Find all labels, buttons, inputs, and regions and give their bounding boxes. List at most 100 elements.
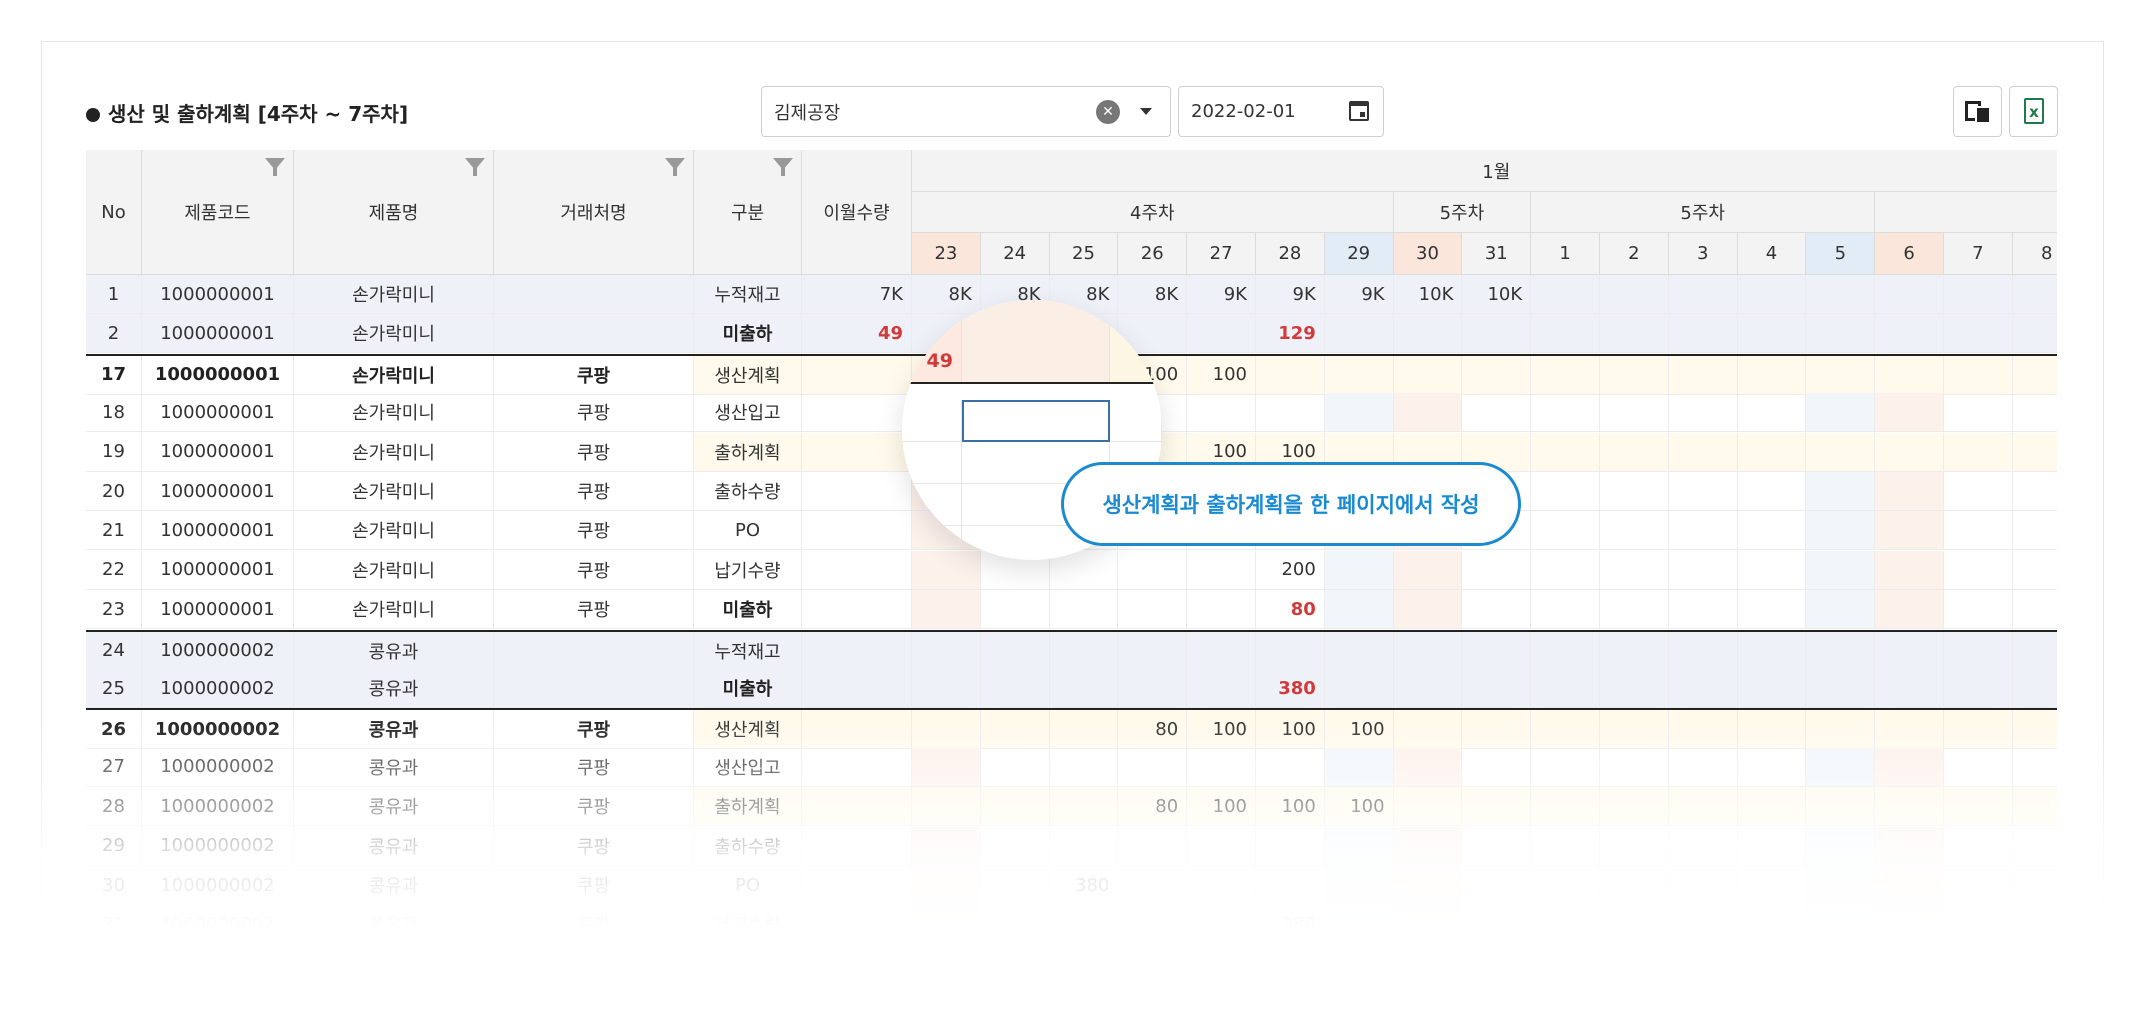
cell-day-value[interactable] bbox=[1737, 669, 1807, 708]
cell-day-value[interactable] bbox=[1944, 550, 2013, 590]
cell-day-value[interactable] bbox=[1324, 631, 1394, 671]
cell-product_code[interactable]: 1000000001 bbox=[142, 393, 294, 433]
cell-day-value[interactable] bbox=[1118, 905, 1188, 940]
cell-product_code[interactable]: 1000000001 bbox=[142, 314, 294, 354]
cell-customer[interactable]: 쿠팡 bbox=[494, 590, 694, 630]
cell-day-value[interactable] bbox=[980, 787, 1050, 827]
cell-day-value[interactable] bbox=[1737, 393, 1807, 433]
cell-day-value[interactable] bbox=[1600, 590, 1669, 630]
cell-day-value[interactable] bbox=[1668, 432, 1738, 472]
cell-day-value[interactable] bbox=[1187, 747, 1256, 787]
cell-day-value[interactable] bbox=[1187, 669, 1256, 708]
cell-day-value[interactable] bbox=[1462, 826, 1532, 866]
cell-day-value[interactable] bbox=[1324, 314, 1394, 354]
cell-product_code[interactable]: 1000000001 bbox=[142, 550, 294, 590]
cell-day-value[interactable] bbox=[1393, 393, 1463, 433]
cell-day-value[interactable] bbox=[1531, 747, 1600, 787]
cell-day-value[interactable] bbox=[1600, 275, 1669, 314]
cell-day-value[interactable] bbox=[1738, 905, 1807, 940]
cell-day-value[interactable] bbox=[1806, 550, 1876, 590]
cell-day-value[interactable]: 9K bbox=[1187, 275, 1256, 314]
cell-product_name[interactable]: 손가락미니 bbox=[294, 314, 494, 354]
cell-customer[interactable] bbox=[494, 275, 694, 314]
cell-day-value[interactable] bbox=[1600, 905, 1669, 940]
cell-day-value[interactable] bbox=[1737, 787, 1807, 827]
cell-day-value[interactable] bbox=[1806, 393, 1876, 433]
col-header-product_code[interactable]: 제품코드 bbox=[142, 150, 294, 275]
cell-day-value[interactable] bbox=[1531, 905, 1600, 940]
cell-day-value[interactable] bbox=[1806, 905, 1876, 940]
cell-day-value[interactable] bbox=[1806, 314, 1876, 354]
cell-day-value[interactable] bbox=[1531, 826, 1600, 866]
cell-day-value[interactable] bbox=[1806, 275, 1876, 314]
cell-day-value[interactable] bbox=[1118, 747, 1188, 787]
cell-product_name[interactable]: 콩유과 bbox=[294, 710, 494, 750]
cell-day-value[interactable] bbox=[1875, 511, 1944, 551]
cell-day-value[interactable] bbox=[1668, 550, 1738, 590]
cell-day-value[interactable] bbox=[1600, 787, 1669, 827]
cell-day-value[interactable] bbox=[1531, 669, 1600, 708]
cell-category[interactable]: 출하수량 bbox=[694, 826, 802, 866]
day-header[interactable]: 7 bbox=[1944, 233, 2013, 275]
cell-product_name[interactable]: 손가락미니 bbox=[294, 432, 494, 472]
cell-day-value[interactable] bbox=[1187, 631, 1256, 671]
cell-day-value[interactable] bbox=[1462, 669, 1532, 708]
cell-product_name[interactable]: 콩유과 bbox=[294, 747, 494, 787]
cell-category[interactable]: PO bbox=[694, 866, 802, 905]
cell-day-value[interactable] bbox=[1600, 669, 1669, 708]
date-picker[interactable]: 2022-02-01 bbox=[1178, 86, 1384, 137]
cell-no[interactable]: 19 bbox=[86, 432, 142, 472]
cell-day-value[interactable]: 100 bbox=[1324, 787, 1394, 827]
cell-product_name[interactable]: 손가락미니 bbox=[294, 275, 494, 314]
cell-day-value[interactable]: 380 bbox=[1256, 669, 1325, 708]
cell-day-value[interactable]: 200 bbox=[1256, 550, 1325, 590]
cell-day-value[interactable] bbox=[1462, 710, 1532, 750]
cell-no[interactable]: 22 bbox=[86, 550, 142, 590]
day-header[interactable]: 4 bbox=[1737, 233, 1807, 275]
cell-day-value[interactable] bbox=[912, 905, 981, 940]
cell-product_code[interactable]: 1000000001 bbox=[142, 511, 294, 551]
cell-day-value[interactable] bbox=[2012, 827, 2057, 866]
cell-day-value[interactable] bbox=[1324, 905, 1394, 940]
cell-day-value[interactable] bbox=[1806, 355, 1876, 395]
cell-no[interactable]: 18 bbox=[86, 393, 142, 433]
cell-day-value[interactable] bbox=[1118, 826, 1188, 866]
cell-day-value[interactable]: 100 bbox=[1187, 787, 1256, 827]
cell-customer[interactable] bbox=[494, 314, 694, 354]
cell-no[interactable]: 2 bbox=[86, 314, 142, 354]
cell-customer[interactable]: 쿠팡 bbox=[494, 787, 694, 827]
cell-product_name[interactable]: 손가락미니 bbox=[294, 550, 494, 590]
cell-day-value[interactable] bbox=[1531, 590, 1600, 630]
cell-day-value[interactable] bbox=[1531, 393, 1600, 433]
day-header[interactable]: 28 bbox=[1256, 233, 1325, 275]
cell-product_name[interactable]: 손가락미니 bbox=[294, 511, 494, 551]
cell-day-value[interactable] bbox=[1393, 787, 1463, 827]
cell-carryover[interactable] bbox=[802, 669, 912, 708]
cell-product_code[interactable]: 1000000002 bbox=[142, 631, 294, 671]
cell-day-value[interactable] bbox=[1393, 905, 1463, 940]
cell-day-value[interactable]: 80 bbox=[1118, 787, 1188, 827]
table-row[interactable]: 28 1000000002 콩유과 쿠팡 출하계획 80 100 100 100 bbox=[86, 787, 2057, 827]
cell-day-value[interactable] bbox=[1600, 747, 1669, 787]
cell-no[interactable]: 30 bbox=[86, 866, 142, 905]
cell-day-value[interactable] bbox=[1944, 355, 2013, 395]
cell-no[interactable]: 23 bbox=[86, 590, 142, 630]
cell-day-value[interactable] bbox=[2012, 432, 2057, 472]
cell-day-value[interactable] bbox=[1944, 631, 2013, 671]
cell-day-value[interactable] bbox=[1462, 866, 1532, 905]
cell-day-value[interactable] bbox=[1049, 710, 1119, 750]
cell-day-value[interactable] bbox=[2012, 631, 2057, 671]
cell-carryover[interactable]: 49 bbox=[802, 314, 912, 354]
cell-day-value[interactable] bbox=[1600, 866, 1669, 905]
day-header[interactable]: 27 bbox=[1187, 233, 1256, 275]
cell-product_name[interactable]: 콩유과 bbox=[294, 787, 494, 827]
cell-product_code[interactable]: 1000000001 bbox=[142, 275, 294, 314]
cell-day-value[interactable] bbox=[1875, 826, 1944, 866]
cell-day-value[interactable] bbox=[1600, 710, 1669, 750]
cell-customer[interactable]: 쿠팡 bbox=[494, 747, 694, 787]
cell-customer[interactable]: 쿠팡 bbox=[494, 710, 694, 750]
cell-product_name[interactable]: 손가락미니 bbox=[294, 393, 494, 433]
cell-carryover[interactable] bbox=[802, 787, 912, 827]
filter-icon[interactable] bbox=[773, 158, 793, 176]
cell-day-value[interactable] bbox=[1462, 787, 1532, 827]
